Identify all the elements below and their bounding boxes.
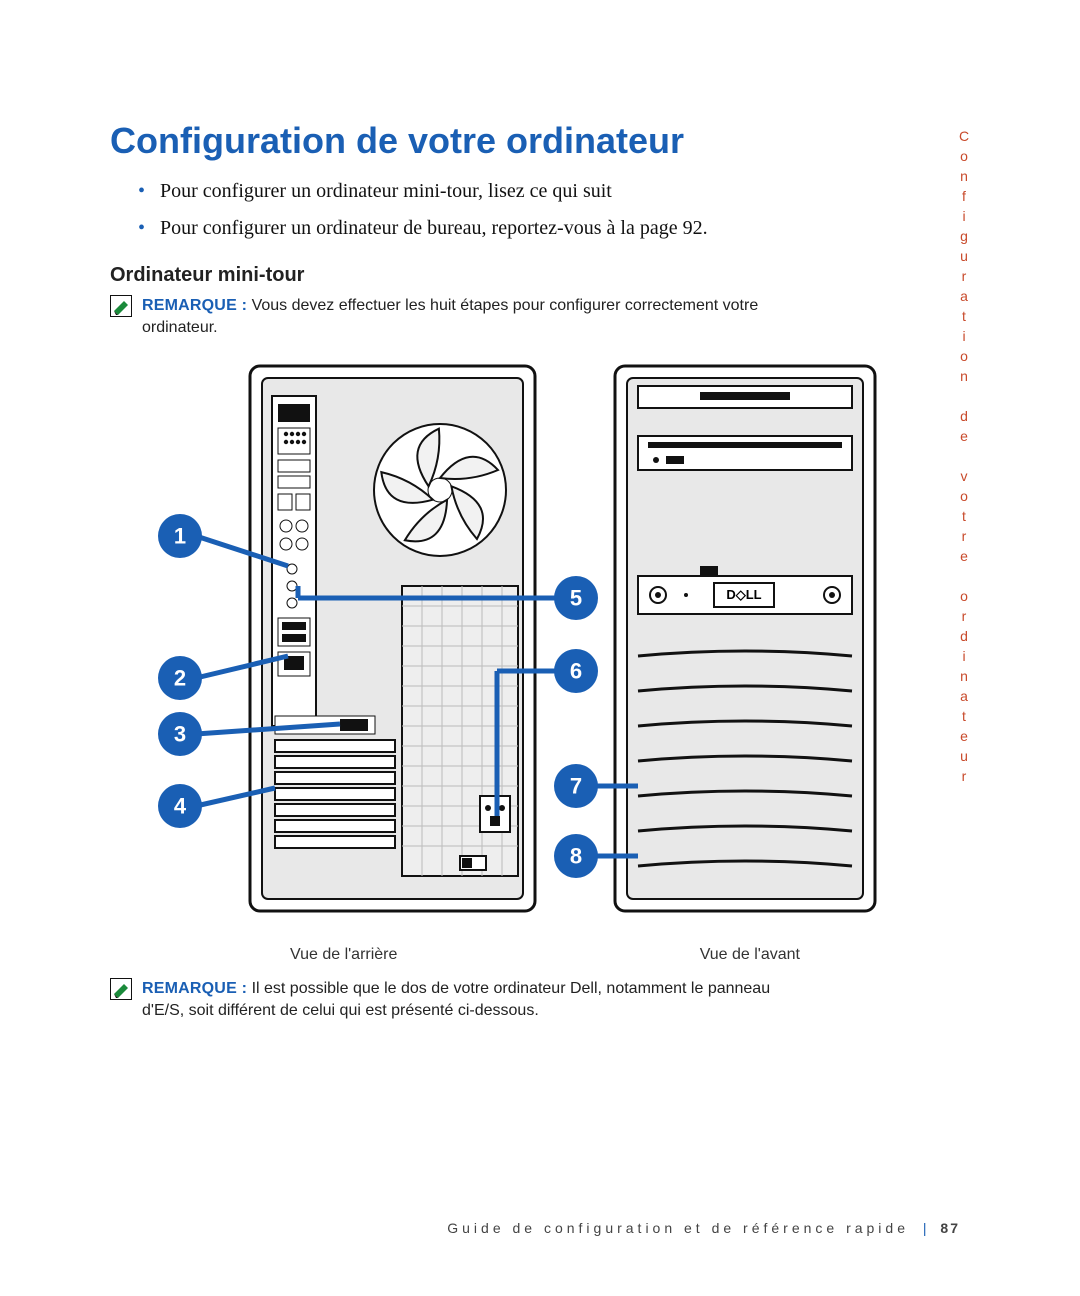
remark-block: REMARQUE : Vous devez effectuer les huit… bbox=[110, 295, 790, 338]
callout-7: 7 bbox=[570, 774, 582, 799]
callout-right-group: 5 6 7 8 bbox=[554, 576, 598, 878]
diagram-captions: Vue de l'arrière Vue de l'avant bbox=[140, 946, 900, 964]
page-footer: Guide de configuration et de référence r… bbox=[0, 1220, 960, 1236]
remark-text-2: REMARQUE : Il est possible que le dos de… bbox=[142, 978, 790, 1021]
page-title: Configuration de votre ordinateur bbox=[110, 120, 980, 162]
footer-book-title: Guide de configuration et de référence r… bbox=[447, 1220, 909, 1236]
note-icon bbox=[110, 978, 132, 1005]
callout-8: 8 bbox=[570, 844, 582, 869]
callout-3: 3 bbox=[174, 722, 186, 747]
intro-bullet-list: Pour configurer un ordinateur mini-tour,… bbox=[138, 180, 980, 240]
callout-left-group: 1 2 3 4 bbox=[158, 514, 202, 828]
section-subheading: Ordinateur mini-tour bbox=[110, 264, 980, 287]
footer-separator: | bbox=[923, 1220, 927, 1236]
callout-5: 5 bbox=[570, 586, 582, 611]
remark-label-2: REMARQUE : bbox=[142, 980, 247, 997]
bullet-item: Pour configurer un ordinateur mini-tour,… bbox=[138, 180, 980, 203]
computer-diagram: D◇LL bbox=[140, 356, 900, 936]
callout-2: 2 bbox=[174, 666, 186, 691]
bullet-item: Pour configurer un ordinateur de bureau,… bbox=[138, 217, 980, 240]
note-icon bbox=[110, 295, 132, 322]
page: Configuration de votre ordinateur Config… bbox=[0, 0, 1080, 1296]
brand-badge: D◇LL bbox=[726, 587, 761, 602]
callout-6: 6 bbox=[570, 659, 582, 684]
back-tower bbox=[250, 366, 535, 911]
footer-page-number: 87 bbox=[940, 1220, 960, 1236]
remark-text: REMARQUE : Vous devez effectuer les huit… bbox=[142, 295, 790, 338]
remark-label: REMARQUE : bbox=[142, 297, 247, 314]
caption-back: Vue de l'arrière bbox=[290, 946, 397, 964]
callout-4: 4 bbox=[174, 794, 187, 819]
remark-block-2: REMARQUE : Il est possible que le dos de… bbox=[110, 978, 790, 1021]
callout-1: 1 bbox=[174, 524, 186, 549]
caption-front: Vue de l'avant bbox=[700, 946, 800, 964]
front-tower: D◇LL bbox=[615, 366, 875, 911]
